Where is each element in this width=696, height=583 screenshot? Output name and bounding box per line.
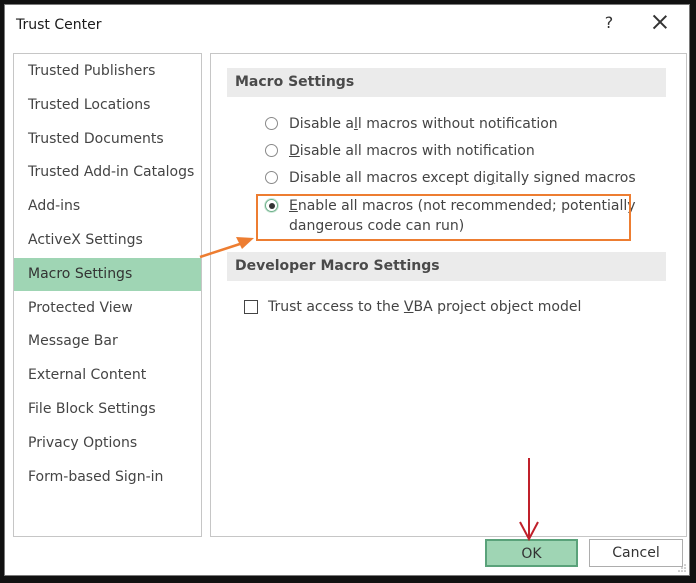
sidebar-item-activex-settings[interactable]: ActiveX Settings <box>14 224 201 257</box>
radio-button[interactable] <box>265 171 278 184</box>
sidebar-item-trusted-publishers[interactable]: Trusted Publishers <box>14 55 201 88</box>
sidebar-item-privacy-options[interactable]: Privacy Options <box>14 427 201 460</box>
sidebar-item-trusted-documents[interactable]: Trusted Documents <box>14 123 201 156</box>
sidebar-item-trusted-locations[interactable]: Trusted Locations <box>14 89 201 122</box>
sidebar-item-external-content[interactable]: External Content <box>14 359 201 392</box>
macro-settings-heading: Macro Settings <box>227 68 666 97</box>
radio-label: Disable all macros without notification <box>289 116 558 132</box>
ok-button[interactable]: OK <box>485 539 578 567</box>
radio-button[interactable] <box>265 144 278 157</box>
radio-label: Disable all macros with notification <box>289 143 535 159</box>
sidebar-item-protected-view[interactable]: Protected View <box>14 292 201 325</box>
developer-macro-settings-heading: Developer Macro Settings <box>227 252 666 281</box>
content-panel: Macro Settings Disable all macros withou… <box>210 53 687 537</box>
radio-button[interactable] <box>265 199 278 212</box>
macro-option-2[interactable]: Disable all macros except digitally sign… <box>265 168 636 188</box>
trust-center-dialog: Trust Center ? Trusted Publishers Trusted… <box>4 4 690 576</box>
help-button[interactable]: ? <box>599 13 619 32</box>
dialog-title: Trust Center <box>16 17 102 33</box>
macro-option-3[interactable]: Enable all macros (not recommended; pote… <box>265 196 636 236</box>
resize-grip-icon[interactable] <box>677 563 687 573</box>
radio-label: Enable all macros (not recommended; pote… <box>289 198 636 234</box>
sidebar-item-trusted-add-in-catalogs[interactable]: Trusted Add-in Catalogs <box>14 156 201 189</box>
radio-label: Disable all macros except digitally sign… <box>289 170 636 186</box>
macro-option-1[interactable]: Disable all macros with notification <box>265 141 535 161</box>
radio-button[interactable] <box>265 117 278 130</box>
sidebar: Trusted Publishers Trusted Locations Trust… <box>13 53 202 537</box>
close-icon[interactable] <box>649 11 671 33</box>
sidebar-item-add-ins[interactable]: Add-ins <box>14 190 201 223</box>
sidebar-item-message-bar[interactable]: Message Bar <box>14 325 201 358</box>
sidebar-item-file-block-settings[interactable]: File Block Settings <box>14 393 201 426</box>
cancel-button[interactable]: Cancel <box>589 539 683 567</box>
macro-option-0[interactable]: Disable all macros without notification <box>265 114 558 134</box>
sidebar-item-macro-settings[interactable]: Macro Settings <box>14 257 201 291</box>
sidebar-item-form-based-sign-in[interactable]: Form-based Sign-in <box>14 461 201 494</box>
trust-vba-checkbox-row[interactable]: Trust access to the VBA project object m… <box>244 299 581 315</box>
trust-vba-checkbox[interactable] <box>244 300 258 314</box>
trust-vba-label: Trust access to the VBA project object m… <box>268 299 582 315</box>
